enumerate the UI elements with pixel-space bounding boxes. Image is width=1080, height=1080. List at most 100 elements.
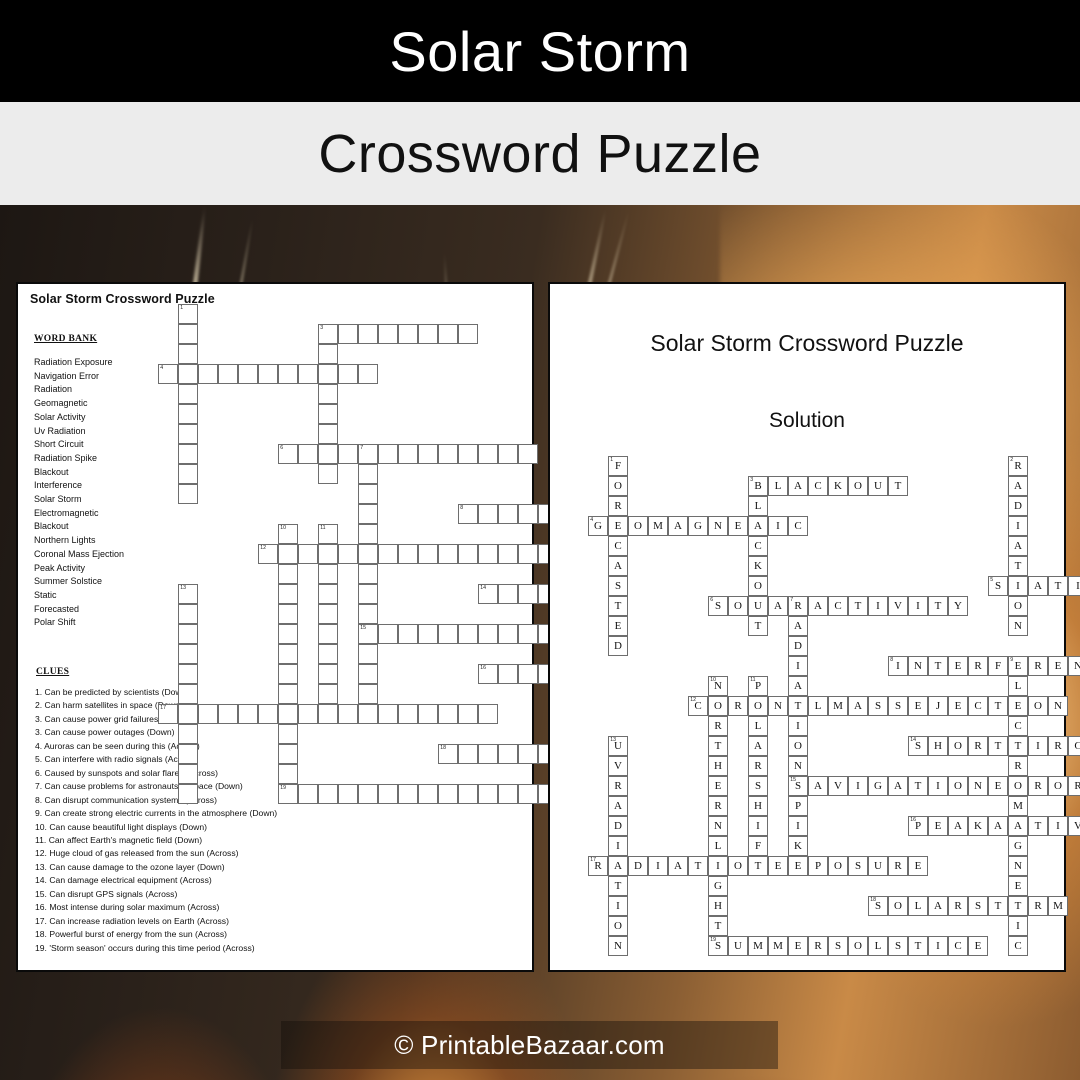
crossword-cell[interactable] — [418, 624, 438, 644]
crossword-cell[interactable] — [298, 704, 318, 724]
crossword-cell[interactable]: 16 P — [908, 816, 928, 836]
crossword-cell[interactable]: 1F — [608, 456, 628, 476]
crossword-cell[interactable]: T — [748, 616, 768, 636]
crossword-cell[interactable]: R — [708, 796, 728, 816]
crossword-cell[interactable]: T — [708, 736, 728, 756]
crossword-cell[interactable] — [518, 444, 538, 464]
crossword-cell[interactable]: L — [748, 716, 768, 736]
crossword-cell[interactable]: I — [928, 936, 948, 956]
crossword-cell[interactable]: T — [1008, 736, 1028, 756]
crossword-cell[interactable]: 17 R — [588, 856, 608, 876]
crossword-cell[interactable]: 12 — [258, 544, 278, 564]
crossword-cell[interactable]: 8I — [888, 656, 908, 676]
crossword-cell[interactable] — [318, 564, 338, 584]
crossword-cell[interactable]: C — [1068, 736, 1080, 756]
crossword-cell[interactable] — [518, 504, 538, 524]
crossword-cell[interactable]: R — [968, 736, 988, 756]
crossword-cell[interactable] — [178, 664, 198, 684]
crossword-cell[interactable] — [178, 684, 198, 704]
crossword-cell[interactable]: S — [848, 856, 868, 876]
crossword-cell[interactable] — [198, 364, 218, 384]
crossword-cell[interactable]: E — [708, 776, 728, 796]
crossword-cell[interactable]: G — [708, 876, 728, 896]
crossword-cell[interactable]: T — [788, 696, 808, 716]
crossword-cell[interactable]: T — [688, 856, 708, 876]
crossword-cell[interactable] — [398, 444, 418, 464]
crossword-cell[interactable] — [178, 624, 198, 644]
crossword-cell[interactable]: K — [788, 836, 808, 856]
crossword-cell[interactable] — [478, 784, 498, 804]
crossword-cell[interactable]: U — [728, 936, 748, 956]
crossword-cell[interactable]: I — [768, 516, 788, 536]
crossword-cell[interactable]: 10 — [278, 524, 298, 544]
crossword-cell[interactable]: T — [1028, 816, 1048, 836]
crossword-cell[interactable]: S — [828, 936, 848, 956]
crossword-cell[interactable]: 8 — [458, 504, 478, 524]
crossword-cell[interactable] — [458, 544, 478, 564]
crossword-cell[interactable]: A — [748, 516, 768, 536]
crossword-cell[interactable] — [358, 664, 378, 684]
crossword-cell[interactable] — [178, 784, 198, 804]
crossword-cell[interactable] — [518, 544, 538, 564]
crossword-cell[interactable] — [458, 744, 478, 764]
crossword-cell[interactable]: A — [928, 896, 948, 916]
crossword-cell[interactable] — [478, 444, 498, 464]
crossword-cell[interactable]: E — [928, 816, 948, 836]
crossword-cell[interactable]: R — [728, 696, 748, 716]
crossword-cell[interactable] — [358, 584, 378, 604]
crossword-cell[interactable]: O — [708, 696, 728, 716]
crossword-cell[interactable] — [398, 324, 418, 344]
crossword-cell[interactable]: H — [748, 796, 768, 816]
crossword-cell[interactable]: D — [628, 856, 648, 876]
crossword-cell[interactable]: I — [1008, 516, 1028, 536]
crossword-cell[interactable] — [178, 764, 198, 784]
crossword-cell[interactable] — [498, 744, 518, 764]
crossword-cell[interactable]: T — [1008, 556, 1028, 576]
crossword-cell[interactable]: 11 — [318, 524, 338, 544]
crossword-cell[interactable] — [518, 584, 538, 604]
crossword-cell[interactable]: D — [788, 636, 808, 656]
crossword-cell[interactable]: U — [868, 856, 888, 876]
crossword-cell[interactable] — [358, 464, 378, 484]
crossword-cell[interactable]: E — [788, 856, 808, 876]
crossword-cell[interactable]: O — [1048, 776, 1068, 796]
crossword-cell[interactable] — [318, 544, 338, 564]
crossword-cell[interactable]: S — [888, 936, 908, 956]
crossword-cell[interactable]: S — [888, 696, 908, 716]
crossword-cell[interactable]: D — [608, 636, 628, 656]
crossword-cell[interactable] — [498, 544, 518, 564]
crossword-cell[interactable]: E — [1048, 656, 1068, 676]
crossword-cell[interactable] — [478, 624, 498, 644]
crossword-cell[interactable] — [318, 664, 338, 684]
crossword-cell[interactable]: O — [948, 776, 968, 796]
crossword-cell[interactable]: P — [788, 796, 808, 816]
crossword-cell[interactable]: A — [608, 796, 628, 816]
crossword-cell[interactable] — [438, 704, 458, 724]
crossword-cell[interactable]: C — [948, 936, 968, 956]
crossword-cell[interactable]: 7R — [788, 596, 808, 616]
crossword-cell[interactable]: O — [1008, 596, 1028, 616]
crossword-cell[interactable] — [278, 644, 298, 664]
crossword-cell[interactable] — [518, 664, 538, 684]
crossword-cell[interactable]: 12 C — [688, 696, 708, 716]
crossword-cell[interactable] — [518, 744, 538, 764]
crossword-cell[interactable]: C — [808, 476, 828, 496]
crossword-cell[interactable]: H — [708, 896, 728, 916]
crossword-cell[interactable]: N — [1068, 656, 1080, 676]
crossword-cell[interactable]: E — [948, 656, 968, 676]
crossword-cell[interactable]: C — [788, 516, 808, 536]
crossword-cell[interactable]: L — [768, 476, 788, 496]
crossword-cell[interactable]: 17 — [158, 704, 178, 724]
crossword-cell[interactable] — [238, 364, 258, 384]
crossword-cell[interactable] — [358, 484, 378, 504]
crossword-cell[interactable] — [278, 364, 298, 384]
crossword-cell[interactable]: L — [1008, 676, 1028, 696]
crossword-cell[interactable] — [518, 624, 538, 644]
crossword-cell[interactable]: 18 S — [868, 896, 888, 916]
crossword-cell[interactable] — [278, 604, 298, 624]
crossword-cell[interactable]: I — [1048, 816, 1068, 836]
crossword-cell[interactable] — [458, 324, 478, 344]
crossword-cell[interactable]: R — [888, 856, 908, 876]
crossword-cell[interactable]: O — [848, 936, 868, 956]
crossword-cell[interactable]: R — [1048, 736, 1068, 756]
